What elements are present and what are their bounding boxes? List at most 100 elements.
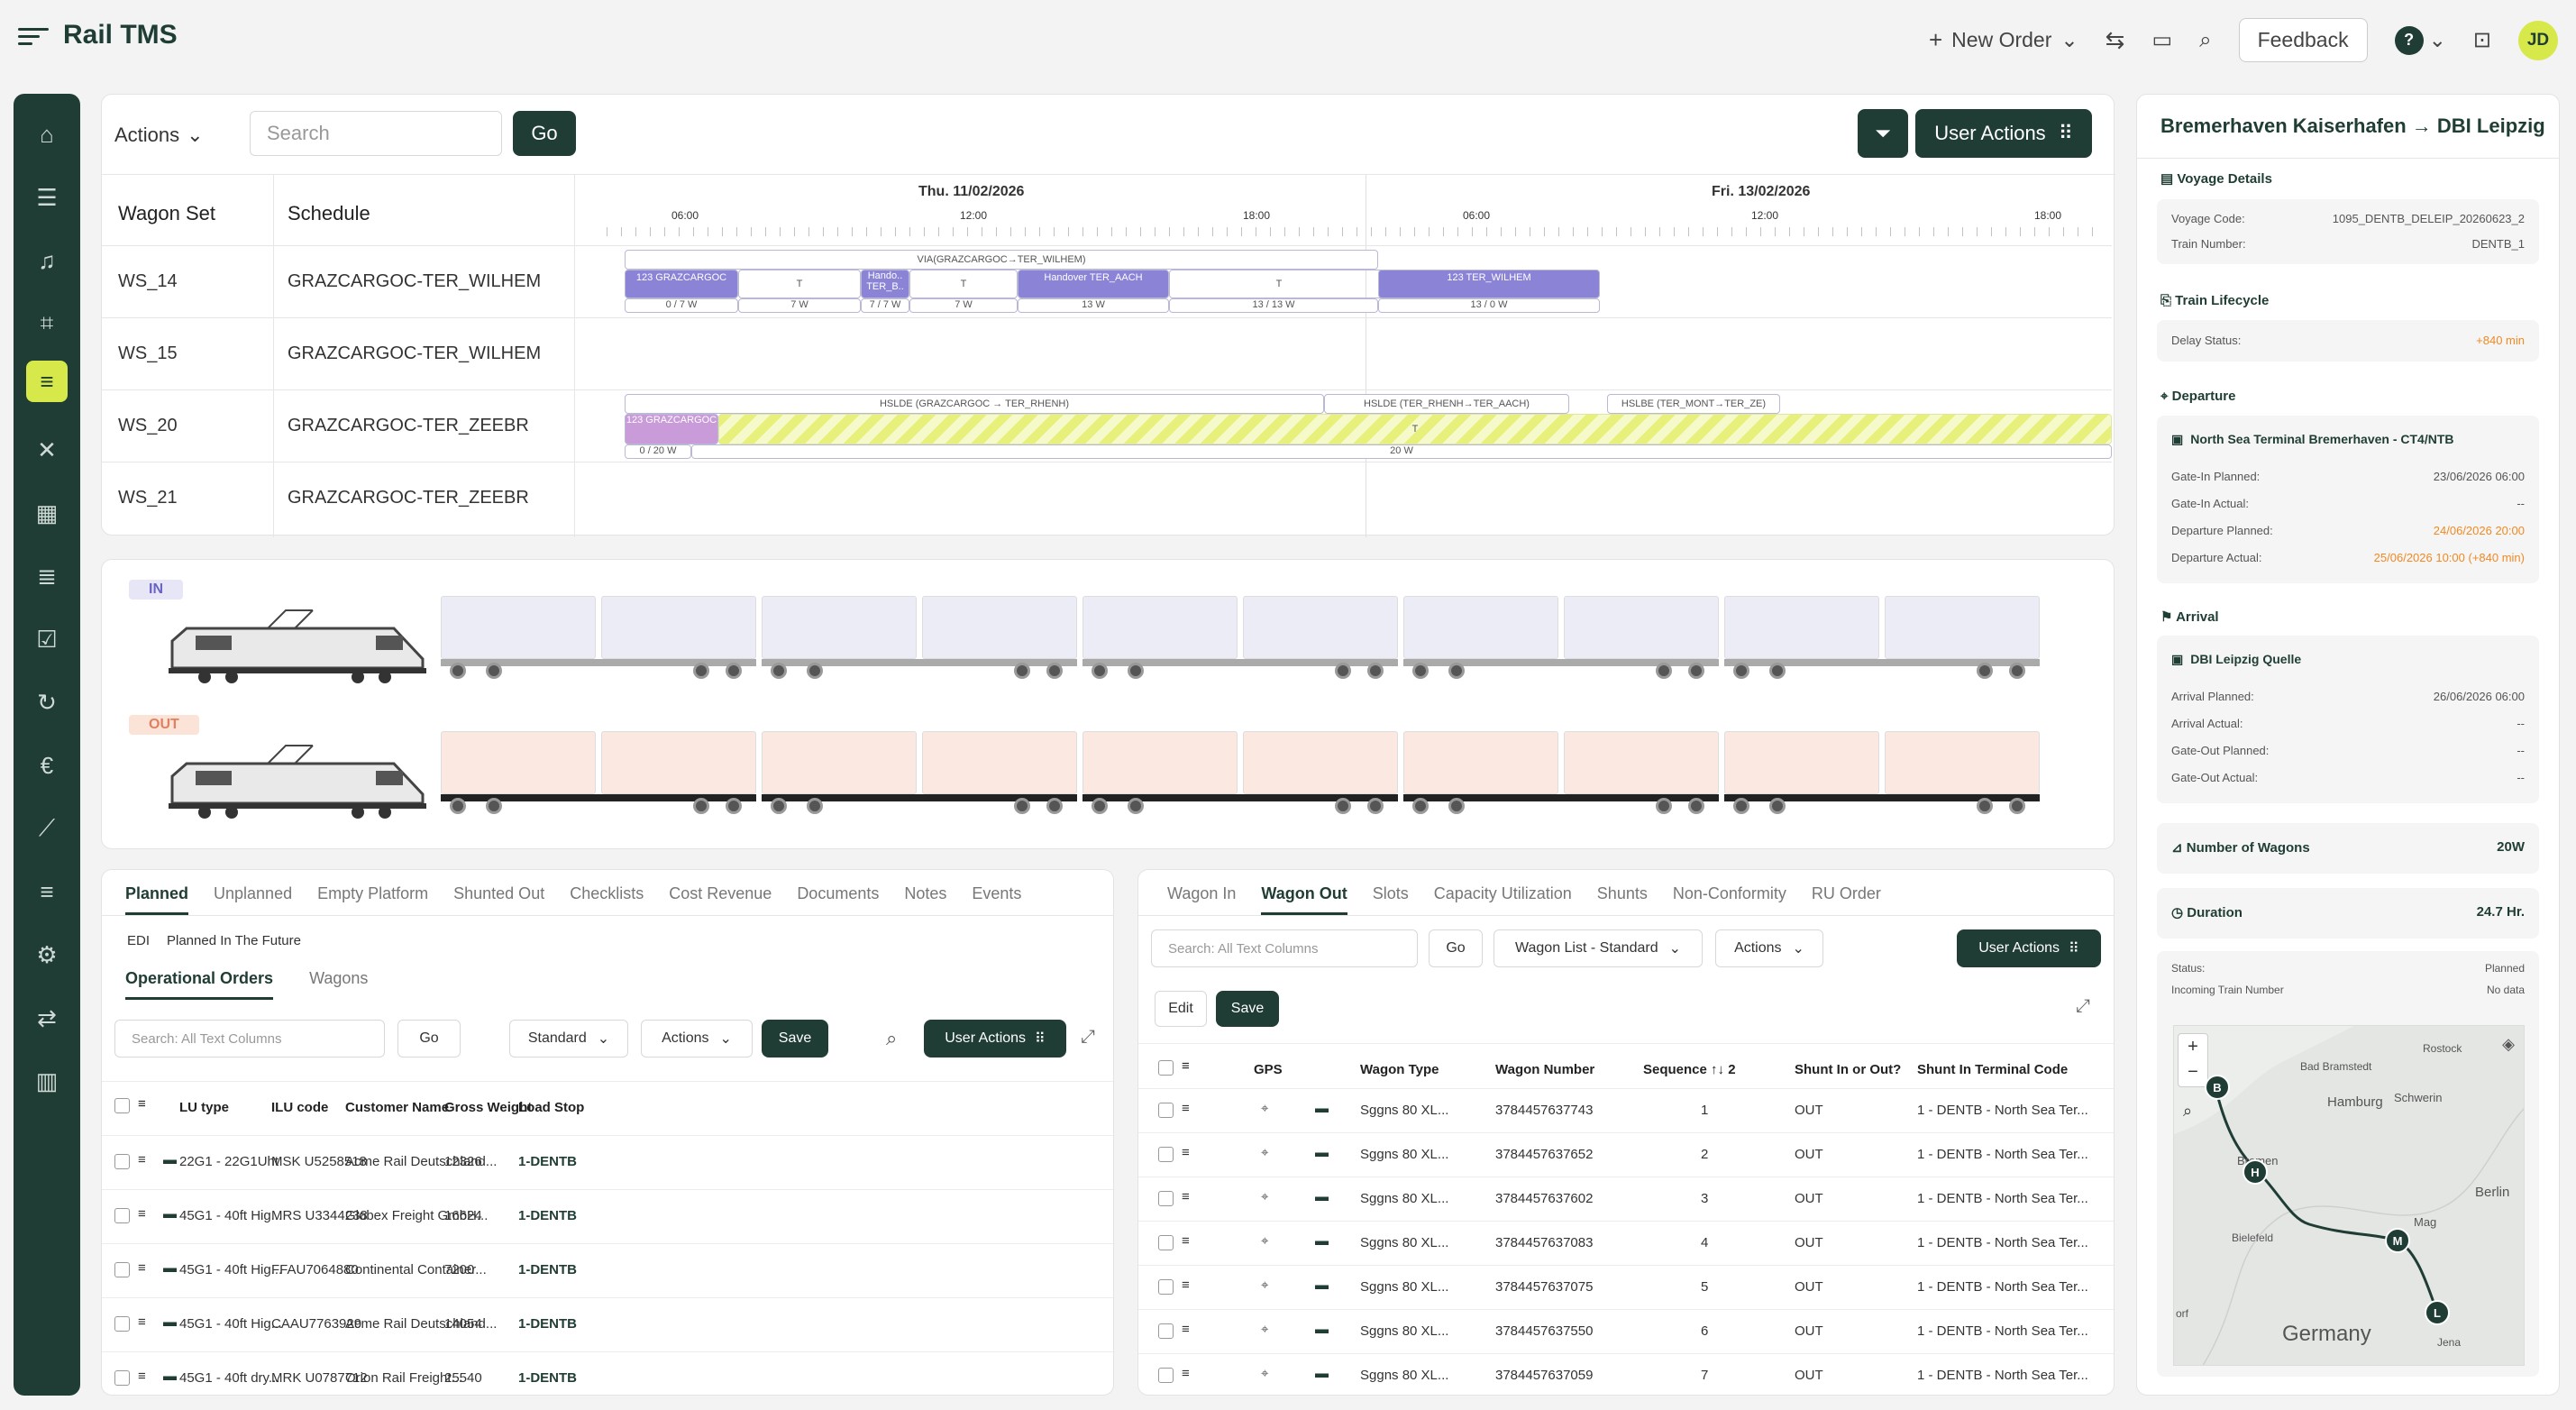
tab-orders-0[interactable]: Planned [125,884,189,915]
tab-orders-8[interactable]: Events [972,884,1021,915]
home-icon[interactable]: ⌂ [26,114,68,155]
wagons-search-input[interactable]: Search: All Text Columns [1151,929,1418,967]
row-checkbox[interactable] [1158,1279,1174,1295]
column-header[interactable]: Shunt In Terminal Code [1917,1062,2068,1077]
row-menu-icon[interactable]: ≡ [1182,1366,1190,1381]
handover-block[interactable]: Hando.. TER_B.. [861,270,909,298]
column-header[interactable]: ILU code [271,1100,328,1115]
wagon[interactable] [1082,596,1238,659]
gantt-row[interactable]: WS_14 GRAZCARGOC-TER_WILHEM VIA(GRAZCARG… [102,245,2112,317]
row-checkbox[interactable] [1158,1103,1174,1118]
wagon[interactable] [762,731,917,794]
handover-block[interactable]: Handover TER_AACH [1018,270,1169,298]
euro-icon[interactable]: € [26,745,68,786]
table-row[interactable]: ≡ ⌖ ▬ Sggns 80 XL... 3784457637075 5 OUT 1 - DE… [1138,1265,2114,1309]
tab-orders-7[interactable]: Notes [904,884,946,915]
transit-block[interactable]: T [718,414,2112,444]
tab-wagons-1[interactable]: Wagon Out [1261,884,1347,915]
stack-icon[interactable]: ≣ [26,555,68,597]
row-menu-icon[interactable]: ≡ [1182,1233,1190,1249]
table-row[interactable]: ≡ ⌖ ▬ Sggns 80 XL... 3784457637550 6 OUT 1 - DE… [1138,1309,2114,1353]
column-header[interactable]: Wagon Number [1495,1062,1594,1077]
wagon-list-view-select[interactable]: Wagon List - Standard ⌄ [1494,929,1703,967]
map-marker[interactable]: H [2243,1159,2268,1185]
row-checkbox[interactable] [1158,1147,1174,1162]
wagons-go-button[interactable]: Go [1429,929,1483,967]
row-checkbox[interactable] [1158,1191,1174,1206]
stop-block[interactable]: 123 TER_WILHEM [1378,270,1600,298]
edit-button[interactable]: Edit [1155,991,1207,1027]
orders-user-actions-button[interactable]: User Actions ⠿ [924,1020,1066,1058]
tab-wagons-4[interactable]: Shunts [1597,884,1648,915]
gps-pin-icon[interactable]: ⌖ [1261,1277,1268,1293]
search-icon[interactable]: ⌕ [886,1027,897,1050]
tab-wagons-5[interactable]: Non-Conformity [1673,884,1786,915]
layers-icon[interactable]: ◈ [2502,1035,2515,1054]
column-header[interactable]: Load Stop [518,1100,584,1115]
wagon[interactable] [441,596,596,659]
gantt-row[interactable]: WS_20 GRAZCARGOC-TER_ZEEBR HSLDE (GRAZCA… [102,389,2112,462]
tab-wagons-0[interactable]: Wagon In [1167,884,1236,915]
wagon[interactable] [762,596,917,659]
stop-block[interactable]: 123 GRAZCARGOC [625,270,738,298]
menu-lines-icon[interactable]: ≡ [138,1096,146,1112]
row-menu-icon[interactable]: ≡ [1182,1189,1190,1204]
table-row[interactable]: ≡ ▬ 22G1 - 22G1Uht MSK U5258518 Acme Rail De… [102,1135,1113,1189]
search-icon[interactable]: ⌕ [2183,1102,2192,1121]
row-menu-icon[interactable]: ≡ [138,1206,146,1222]
orders-go-button[interactable]: Go [397,1020,461,1058]
columns-icon[interactable]: ▥ [26,1060,68,1102]
gps-pin-icon[interactable]: ⌖ [1261,1189,1268,1204]
subtab-wagons[interactable]: Wagons [309,969,368,1000]
tab-orders-5[interactable]: Cost Revenue [669,884,772,915]
gps-pin-icon[interactable]: ⌖ [1261,1101,1268,1116]
wagon[interactable] [1724,731,1879,794]
tab-wagons-3[interactable]: Capacity Utilization [1434,884,1572,915]
gps-pin-icon[interactable]: ⌖ [1261,1366,1268,1381]
row-checkbox[interactable] [1158,1368,1174,1383]
list-check-icon[interactable]: ☰ [26,177,68,218]
new-order-button[interactable]: + New Order ⌄ [1929,26,2078,54]
tab-orders-6[interactable]: Documents [797,884,879,915]
map-marker[interactable]: L [2425,1300,2450,1325]
row-menu-icon[interactable]: ≡ [1182,1322,1190,1337]
search-input[interactable]: Search [250,111,502,156]
orders-search-input[interactable]: Search: All Text Columns [114,1020,385,1058]
tab-orders-2[interactable]: Empty Platform [317,884,428,915]
row-checkbox[interactable] [114,1370,130,1386]
wagon[interactable] [601,596,756,659]
calendar-icon[interactable]: ▦ [26,492,68,534]
transit-block[interactable]: T [738,270,861,298]
select-all-checkbox[interactable] [114,1098,130,1113]
sync-icon[interactable]: ↻ [26,682,68,723]
row-menu-icon[interactable]: ≡ [138,1369,146,1384]
row-menu-icon[interactable]: ≡ [1182,1101,1190,1116]
table-row[interactable]: ≡ ▬ 45G1 - 40ft Hig... MRS U3344238 Globex F… [102,1189,1113,1243]
actions-dropdown[interactable]: Actions ⌄ [114,111,241,160]
network-icon[interactable]: ✕ [26,429,68,471]
filter-icon[interactable]: ⏷ [1858,109,1908,158]
stop-block[interactable]: 123 GRAZCARGOC [625,414,718,444]
wagon[interactable] [1564,596,1719,659]
avatar[interactable]: JD [2518,20,2558,60]
row-checkbox[interactable] [114,1154,130,1169]
wagon[interactable] [922,596,1077,659]
wagon[interactable] [1885,596,2040,659]
gantt-row[interactable]: WS_15 GRAZCARGOC-TER_WILHEM [102,317,2112,389]
wagon[interactable] [601,731,756,794]
table-row[interactable]: ≡ ⌖ ▬ Sggns 80 XL... 3784457637083 4 OUT 1 - DE… [1138,1221,2114,1265]
wagon[interactable] [1403,596,1558,659]
gantt-row[interactable]: WS_21 GRAZCARGOC-TER_ZEEBR [102,462,2112,534]
gps-pin-icon[interactable]: ⌖ [1261,1233,1268,1249]
wagon[interactable] [922,731,1077,794]
wagon[interactable] [441,731,596,794]
zoom-controls[interactable]: + − [2178,1033,2208,1087]
map-marker[interactable]: B [2205,1075,2230,1100]
table-row[interactable]: ≡ ▬ 45G1 - 40ft dry... MRK U0787712 Orion Ra… [102,1351,1113,1395]
wagons-save-button[interactable]: Save [1216,991,1279,1027]
row-checkbox[interactable] [1158,1235,1174,1250]
planned-future-label[interactable]: Planned In The Future [167,933,301,948]
wagon[interactable] [1403,731,1558,794]
search-icon[interactable]: ⌕ [2199,28,2211,53]
checkbox-icon[interactable]: ☑ [26,618,68,660]
